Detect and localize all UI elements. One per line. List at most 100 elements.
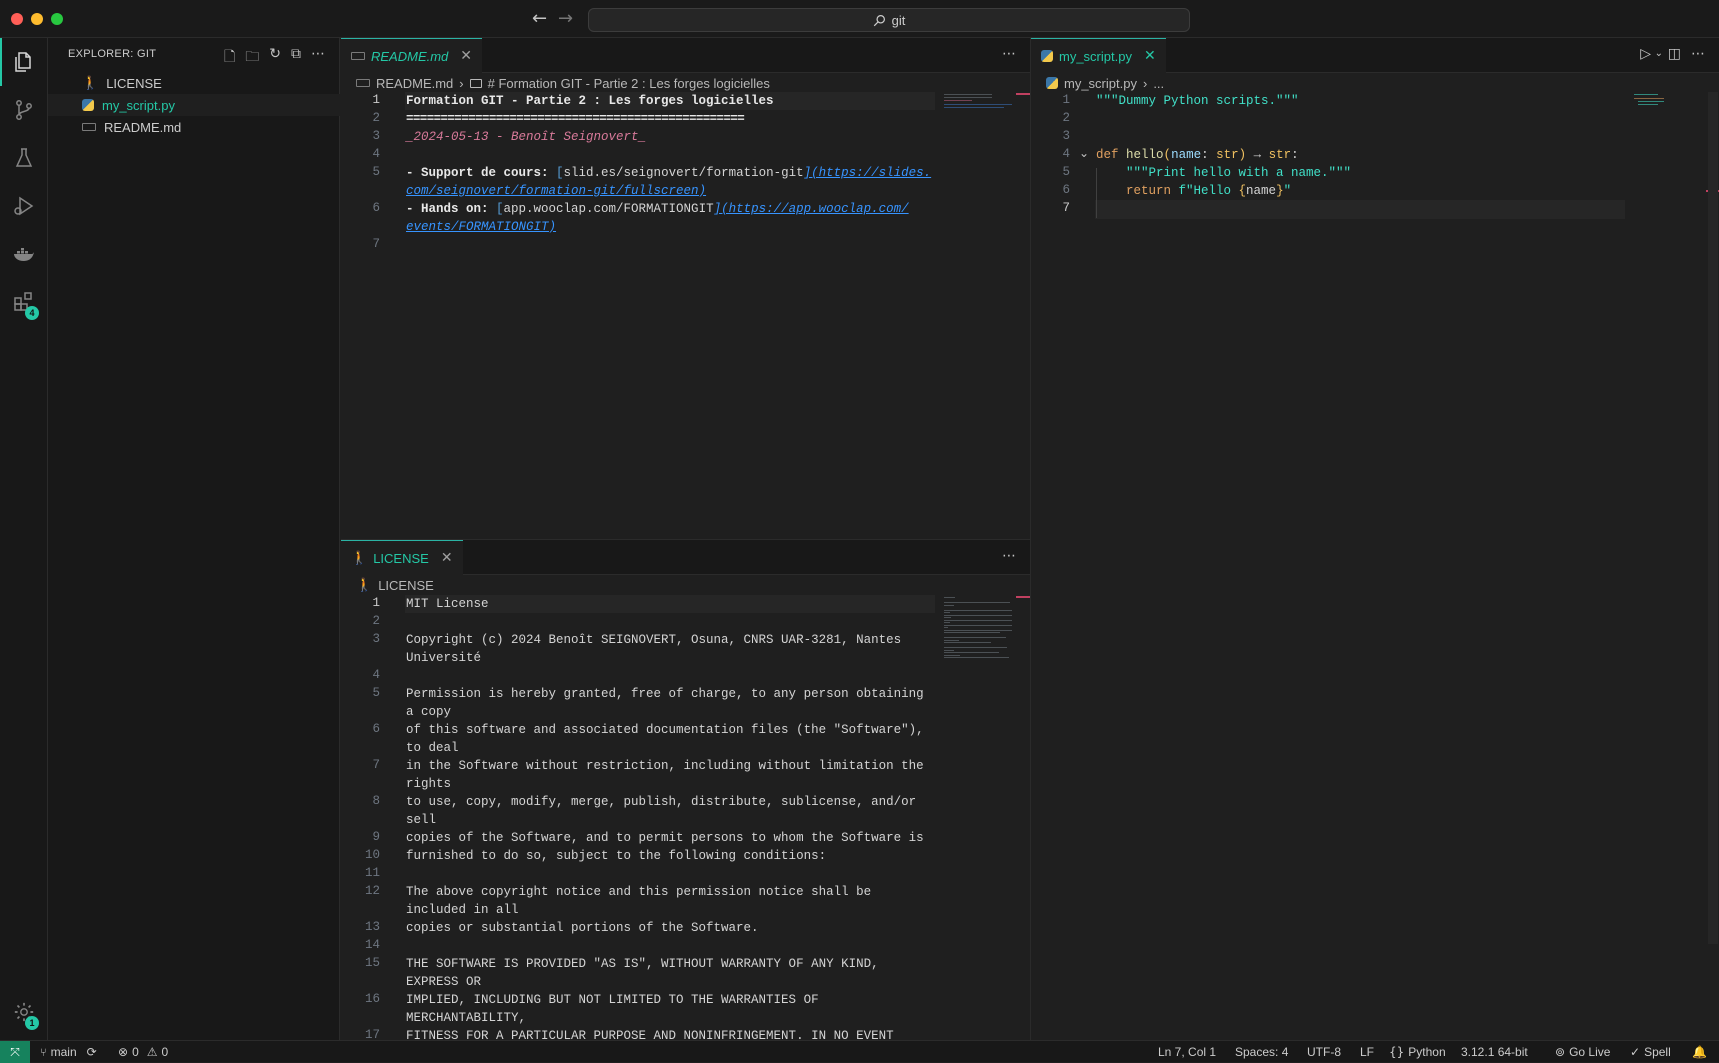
- tab-label: my_script.py: [1059, 48, 1132, 64]
- license-minimap[interactable]: [944, 597, 1014, 661]
- minimap-line: [944, 612, 950, 613]
- command-center-search[interactable]: git: [588, 8, 1190, 32]
- notifications-button[interactable]: 🔔: [1692, 1041, 1707, 1063]
- tab-license[interactable]: 🚶 LICENSE ✕: [341, 540, 463, 575]
- remote-indicator[interactable]: ⤧: [0, 1041, 30, 1063]
- minimap-line: [944, 627, 948, 628]
- vertical-scrollbar[interactable]: [1708, 92, 1718, 944]
- minimap-line: [944, 647, 1007, 648]
- code-line: copies or substantial portions of the So…: [406, 921, 759, 935]
- fold-chevron-icon[interactable]: ⌄: [1079, 146, 1089, 160]
- minimap-line: [944, 602, 1010, 603]
- editor-more-icon[interactable]: ⋯: [1002, 46, 1016, 62]
- encoding-status[interactable]: UTF-8: [1307, 1041, 1341, 1063]
- explorer-button[interactable]: [0, 38, 48, 86]
- branch-icon: ⑂: [40, 1045, 47, 1059]
- language-status[interactable]: {} Python: [1389, 1041, 1446, 1063]
- branch-status[interactable]: ⑂ main ⟳: [40, 1041, 97, 1063]
- status-bar: ⤧ ⑂ main ⟳ ⊗ 0 ⚠ 0 Ln 7, Col 1 Spaces: 4…: [0, 1040, 1719, 1063]
- line-number: 7: [372, 237, 380, 251]
- breadcrumb-more[interactable]: ...: [1153, 76, 1164, 91]
- file-item-readme[interactable]: README.md: [48, 116, 340, 138]
- line-number: 3: [1062, 129, 1070, 143]
- editor-more-icon[interactable]: ⋯: [1691, 46, 1705, 62]
- editor-more-icon[interactable]: ⋯: [1002, 548, 1016, 564]
- settings-button[interactable]: 1: [0, 988, 48, 1036]
- breadcrumb-file[interactable]: README.md: [376, 76, 453, 91]
- problems-status[interactable]: ⊗ 0 ⚠ 0: [118, 1041, 168, 1063]
- back-arrow-icon[interactable]: ←: [532, 8, 547, 29]
- script-minimap[interactable]: [1634, 94, 1684, 106]
- line-number: 4: [372, 147, 380, 161]
- readme-minimap[interactable]: [944, 94, 1014, 124]
- collapse-all-icon[interactable]: ⧉: [291, 46, 301, 70]
- markdown-icon: [351, 52, 365, 60]
- more-actions-icon[interactable]: ⋯: [311, 46, 325, 70]
- maximize-window-button[interactable]: [51, 13, 63, 25]
- line-number: 8: [372, 794, 380, 808]
- line-number: 3: [372, 129, 380, 143]
- minimap-line: [944, 649, 954, 651]
- chevron-right-icon: ›: [1142, 75, 1148, 91]
- braces-icon: {}: [1389, 1045, 1405, 1059]
- source-control-button[interactable]: [0, 86, 48, 134]
- eol-status[interactable]: LF: [1360, 1041, 1374, 1063]
- close-tab-icon[interactable]: ✕: [441, 550, 453, 566]
- tab-readme[interactable]: README.md ✕: [341, 38, 483, 73]
- check-icon: ✓: [1630, 1045, 1641, 1059]
- interpreter-status[interactable]: 3.12.1 64-bit: [1461, 1041, 1528, 1063]
- warning-icon: ⚠: [146, 1045, 158, 1059]
- file-item-license[interactable]: 🚶 LICENSE: [48, 72, 340, 94]
- license-breadcrumb: 🚶 LICENSE: [356, 574, 434, 596]
- license-icon: 🚶: [82, 75, 99, 90]
- close-tab-icon[interactable]: ✕: [1144, 48, 1156, 64]
- line-number: 1: [372, 596, 380, 610]
- license-icon: 🚶: [356, 577, 373, 592]
- extensions-button[interactable]: 4: [0, 278, 48, 326]
- chevron-down-icon[interactable]: ⌄: [1655, 48, 1663, 59]
- license-tab-bar: 🚶 LICENSE ✕ ⋯: [341, 540, 1030, 575]
- explorer-actions: 🗋 🗀 ↻ ⧉ ⋯: [224, 46, 325, 70]
- new-folder-icon[interactable]: 🗀: [245, 46, 259, 70]
- run-debug-button[interactable]: [0, 182, 48, 230]
- close-window-button[interactable]: [11, 13, 23, 25]
- line-number: 14: [364, 938, 380, 952]
- docker-icon: [14, 248, 34, 261]
- spell-status[interactable]: ✓ Spell: [1630, 1041, 1671, 1063]
- refresh-icon[interactable]: ↻: [269, 46, 281, 70]
- code-line: """Dummy Python scripts.""": [1096, 94, 1299, 108]
- line-number: 9: [372, 830, 380, 844]
- python-icon: [82, 99, 94, 111]
- cursor-position[interactable]: Ln 7, Col 1: [1158, 1041, 1216, 1063]
- file-name: my_script.py: [102, 97, 175, 113]
- breadcrumb-symbol[interactable]: # Formation GIT - Partie 2 : Les forges …: [488, 76, 770, 91]
- line-number: 4: [372, 668, 380, 682]
- forward-arrow-icon[interactable]: →: [558, 8, 573, 29]
- code-line: Université: [406, 651, 482, 665]
- code-line: return f"Hello {name}": [1126, 184, 1292, 198]
- code-line: in the Software without restriction, inc…: [406, 759, 924, 773]
- code-line: rights: [406, 777, 452, 791]
- sync-icon[interactable]: ⟳: [87, 1045, 97, 1059]
- code-line: MIT License: [406, 597, 489, 611]
- testing-button[interactable]: [0, 134, 48, 182]
- breadcrumb-file[interactable]: LICENSE: [378, 578, 434, 593]
- code-line[interactable]: events/FORMATIONGIT): [406, 218, 556, 236]
- code-line: The above copyright notice and this perm…: [406, 885, 872, 899]
- indentation-status[interactable]: Spaces: 4: [1235, 1041, 1288, 1063]
- minimize-window-button[interactable]: [31, 13, 43, 25]
- docker-button[interactable]: [0, 230, 48, 278]
- file-name: README.md: [104, 119, 182, 135]
- run-file-icon[interactable]: ▷: [1640, 46, 1651, 62]
- code-line: included in all: [406, 903, 519, 917]
- go-live-button[interactable]: ⊚ Go Live: [1555, 1041, 1610, 1063]
- close-tab-icon[interactable]: ✕: [460, 48, 472, 64]
- line-number: 4: [1062, 147, 1070, 161]
- code-line[interactable]: com/seignovert/formation-git/fullscreen): [406, 182, 706, 200]
- split-editor-icon[interactable]: ◫: [1668, 46, 1681, 62]
- breadcrumb-file[interactable]: my_script.py: [1064, 76, 1137, 91]
- file-item-my-script[interactable]: my_script.py: [48, 94, 340, 116]
- new-file-icon[interactable]: 🗋: [224, 46, 235, 70]
- tab-my-script[interactable]: my_script.py ✕: [1031, 38, 1166, 73]
- code-line: copies of the Software, and to permit pe…: [406, 831, 924, 845]
